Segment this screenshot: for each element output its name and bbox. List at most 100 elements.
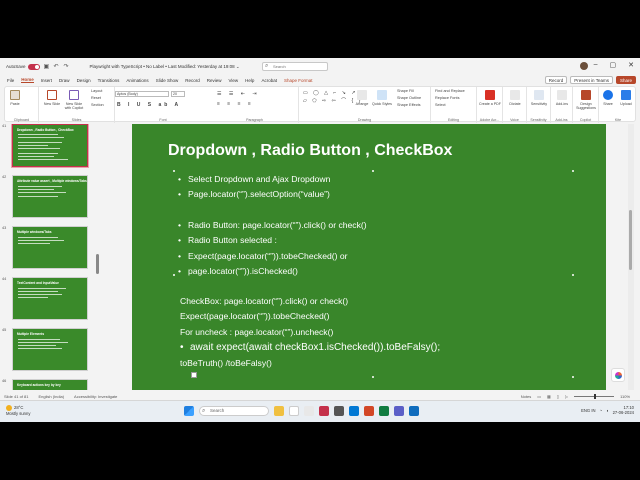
list-icons[interactable]: ☰ ☰ ⇤ ⇥: [217, 91, 260, 97]
shape-effects-button[interactable]: Shape Effects: [397, 103, 421, 107]
thumbnail-row[interactable]: 46 Keyboard actions key by key: [0, 379, 104, 390]
share-icon[interactable]: [603, 90, 613, 100]
tab-draw[interactable]: Draw: [59, 78, 70, 83]
autosave-toggle[interactable]: [27, 63, 40, 70]
addins-icon[interactable]: [557, 90, 567, 100]
thumbnails-scrollbar[interactable]: [96, 254, 99, 274]
slide-thumbnail[interactable]: Multiple windows/Tabs: [12, 226, 88, 269]
selection-handle[interactable]: [572, 376, 574, 378]
volume-icon[interactable]: ◖: [606, 408, 609, 413]
minimize-icon[interactable]: –: [594, 61, 598, 69]
avatar[interactable]: [580, 62, 588, 70]
slide-thumbnail[interactable]: Dropdown , Radio Button , CheckBox: [11, 124, 89, 168]
font-size-select[interactable]: 20: [171, 91, 185, 97]
font-name-select[interactable]: Aptos (Body): [115, 91, 169, 97]
tab-design[interactable]: Design: [77, 78, 91, 83]
tab-record[interactable]: Record: [185, 78, 200, 83]
zoom-level[interactable]: 110%: [620, 394, 630, 399]
slide-thumbnail[interactable]: Keyboard actions key by key: [12, 379, 88, 390]
teams-icon[interactable]: [394, 406, 404, 416]
selection-handle[interactable]: [173, 274, 175, 276]
selection-handle[interactable]: [572, 274, 574, 276]
excel-icon[interactable]: [379, 406, 389, 416]
selection-handle[interactable]: [372, 376, 374, 378]
shape-outline-button[interactable]: Shape Outline: [397, 96, 421, 100]
clock[interactable]: 17:10 27-06-2024: [613, 405, 634, 415]
tab-help[interactable]: Help: [245, 78, 254, 83]
selection-handle[interactable]: [572, 170, 574, 172]
shape-fill-button[interactable]: Shape Fill: [397, 89, 414, 93]
thumbnail-row[interactable]: 42 Attribute value assert , Multiple win…: [0, 175, 104, 221]
close-icon[interactable]: ✕: [628, 61, 634, 69]
find-replace-button[interactable]: Find and Replace: [435, 89, 465, 93]
copilot-icon[interactable]: [611, 368, 625, 382]
autosave-control[interactable]: AutoSave: [6, 63, 40, 70]
app-red-icon[interactable]: [319, 406, 329, 416]
app-icon[interactable]: [304, 406, 314, 416]
weather-widget[interactable]: 28°C Mostly sunny: [6, 405, 30, 416]
slide-title[interactable]: Dropdown , Radio Button , CheckBox: [168, 142, 452, 160]
zoom-slider[interactable]: [574, 393, 615, 399]
canvas-scrollbar[interactable]: [628, 124, 634, 390]
language-status[interactable]: English (India): [38, 394, 64, 399]
save-icon[interactable]: ▣: [44, 64, 50, 70]
reset-button[interactable]: Reset: [91, 96, 101, 100]
windows-start-icon[interactable]: [184, 406, 194, 416]
slide-thumbnail[interactable]: TextContent and InputValue: [12, 277, 88, 320]
tab-slide-show[interactable]: Slide Show: [156, 78, 179, 83]
align-icons[interactable]: ≡ ≡ ≡ ≡: [217, 101, 254, 107]
create-pdf-icon[interactable]: [485, 90, 495, 100]
slide-sorter-icon[interactable]: ▦: [547, 394, 551, 399]
microphone-icon[interactable]: [510, 90, 520, 100]
current-slide[interactable]: Dropdown , Radio Button , CheckBox Selec…: [132, 124, 606, 390]
thumbnail-row[interactable]: 44 TextContent and InputValue: [0, 277, 104, 323]
tab-insert[interactable]: Insert: [41, 78, 52, 83]
font-format-icons[interactable]: B I U S ab A: [117, 102, 181, 108]
file-explorer-icon[interactable]: [274, 406, 284, 416]
quick-styles-icon[interactable]: [377, 90, 387, 100]
new-slide-icon[interactable]: [47, 90, 57, 100]
present-in-teams-button[interactable]: Present in Teams: [570, 76, 613, 84]
upload-icon[interactable]: [621, 90, 631, 100]
replace-fonts-button[interactable]: Replace Fonts: [435, 96, 459, 100]
slide-checkbox-text[interactable]: CheckBox: page.locator(“”).click() or ch…: [180, 294, 440, 371]
tab-review[interactable]: Review: [207, 78, 222, 83]
arrange-icon[interactable]: [357, 90, 367, 100]
slideshow-icon[interactable]: ▷: [565, 394, 568, 399]
redo-icon[interactable]: ↷: [64, 64, 70, 70]
designer-icon[interactable]: [581, 90, 591, 100]
record-button[interactable]: Record: [544, 76, 568, 84]
accessibility-status[interactable]: Accessibility: Investigate: [74, 394, 117, 399]
section-button[interactable]: Section: [91, 103, 104, 107]
sensitivity-icon[interactable]: [534, 90, 544, 100]
select-button[interactable]: Select: [435, 103, 446, 107]
powerpoint-icon[interactable]: [364, 406, 374, 416]
tab-home[interactable]: Home: [21, 77, 34, 83]
selection-handle[interactable]: [173, 170, 175, 172]
reading-view-icon[interactable]: ▯: [557, 394, 559, 399]
selection-handle[interactable]: [372, 170, 374, 172]
tab-acrobat[interactable]: Acrobat: [261, 78, 277, 83]
normal-view-icon[interactable]: ▭: [537, 394, 541, 399]
tab-view[interactable]: View: [228, 78, 238, 83]
tab-shape-format[interactable]: Shape Format: [284, 78, 313, 83]
tab-animations[interactable]: Animations: [126, 78, 148, 83]
chrome-icon[interactable]: [289, 406, 299, 416]
outlook-icon[interactable]: [409, 406, 419, 416]
copilot-slide-icon[interactable]: [69, 90, 79, 100]
share-button[interactable]: Share: [615, 76, 636, 84]
maximize-icon[interactable]: ▢: [610, 61, 617, 69]
notes-button[interactable]: Notes: [521, 394, 531, 399]
slide-bullets[interactable]: Select Dropdown and Ajax Dropdown Page.l…: [178, 172, 367, 280]
undo-icon[interactable]: ↶: [54, 64, 60, 70]
search-input[interactable]: ⌕ Search: [262, 62, 328, 71]
terminal-icon[interactable]: [334, 406, 344, 416]
paste-icon[interactable]: [10, 90, 20, 100]
tab-transitions[interactable]: Transitions: [98, 78, 120, 83]
tab-file[interactable]: File: [7, 78, 14, 83]
insert-content-icon[interactable]: [191, 372, 197, 378]
slide-thumbnail[interactable]: Multiple Elements: [12, 328, 88, 371]
thumbnail-row[interactable]: 43 Multiple windows/Tabs: [0, 226, 104, 272]
wifi-icon[interactable]: ◔: [600, 408, 603, 413]
vscode-icon[interactable]: [349, 406, 359, 416]
